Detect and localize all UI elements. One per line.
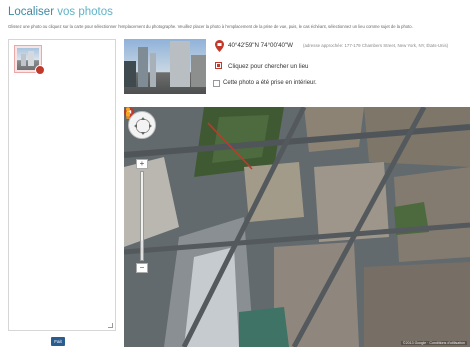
- search-place-link[interactable]: Cliquez pour chercher un lieu: [228, 63, 308, 70]
- location-marker-icon: [35, 65, 45, 75]
- approx-address-text: (adresse approchée: 177-179 Chambers Str…: [303, 43, 449, 48]
- photographer-marker-icon[interactable]: [215, 40, 224, 52]
- page-instructions: Glissez une photo ou cliquez sur la cart…: [8, 24, 413, 29]
- search-place-icon[interactable]: [215, 62, 222, 69]
- done-button[interactable]: Fait: [51, 337, 65, 346]
- street-view-pegman-icon[interactable]: [124, 107, 132, 119]
- map-zoom-control[interactable]: + −: [136, 145, 148, 273]
- indoor-checkbox-label: Cette photo a été prise en intérieur.: [223, 80, 317, 86]
- resize-handle-icon[interactable]: [108, 323, 113, 328]
- photo-list-panel[interactable]: [8, 39, 116, 331]
- zoom-in-button[interactable]: +: [136, 159, 148, 169]
- map-copyright: ©2013 Google · Conditions d'utilisation: [400, 341, 467, 345]
- indoor-checkbox[interactable]: [213, 80, 220, 87]
- zoom-slider-track[interactable]: [140, 171, 144, 261]
- coordinates-text: 40°42'59"N 74°00'40"W: [228, 42, 294, 49]
- satellite-map[interactable]: + − ©2013 Google · Conditions d'utilisat…: [124, 107, 470, 347]
- page-title-rest: vos photos: [54, 6, 113, 18]
- map-imagery: [124, 107, 470, 347]
- photo-thumbnail[interactable]: [14, 45, 45, 75]
- page-title-main: Localiser: [8, 6, 55, 18]
- pan-arrows-icon[interactable]: [129, 112, 157, 140]
- map-pan-control[interactable]: [128, 111, 156, 139]
- zoom-out-button[interactable]: −: [136, 263, 148, 273]
- page-title: Localiser vos photos: [8, 6, 113, 18]
- photo-preview: [124, 39, 206, 94]
